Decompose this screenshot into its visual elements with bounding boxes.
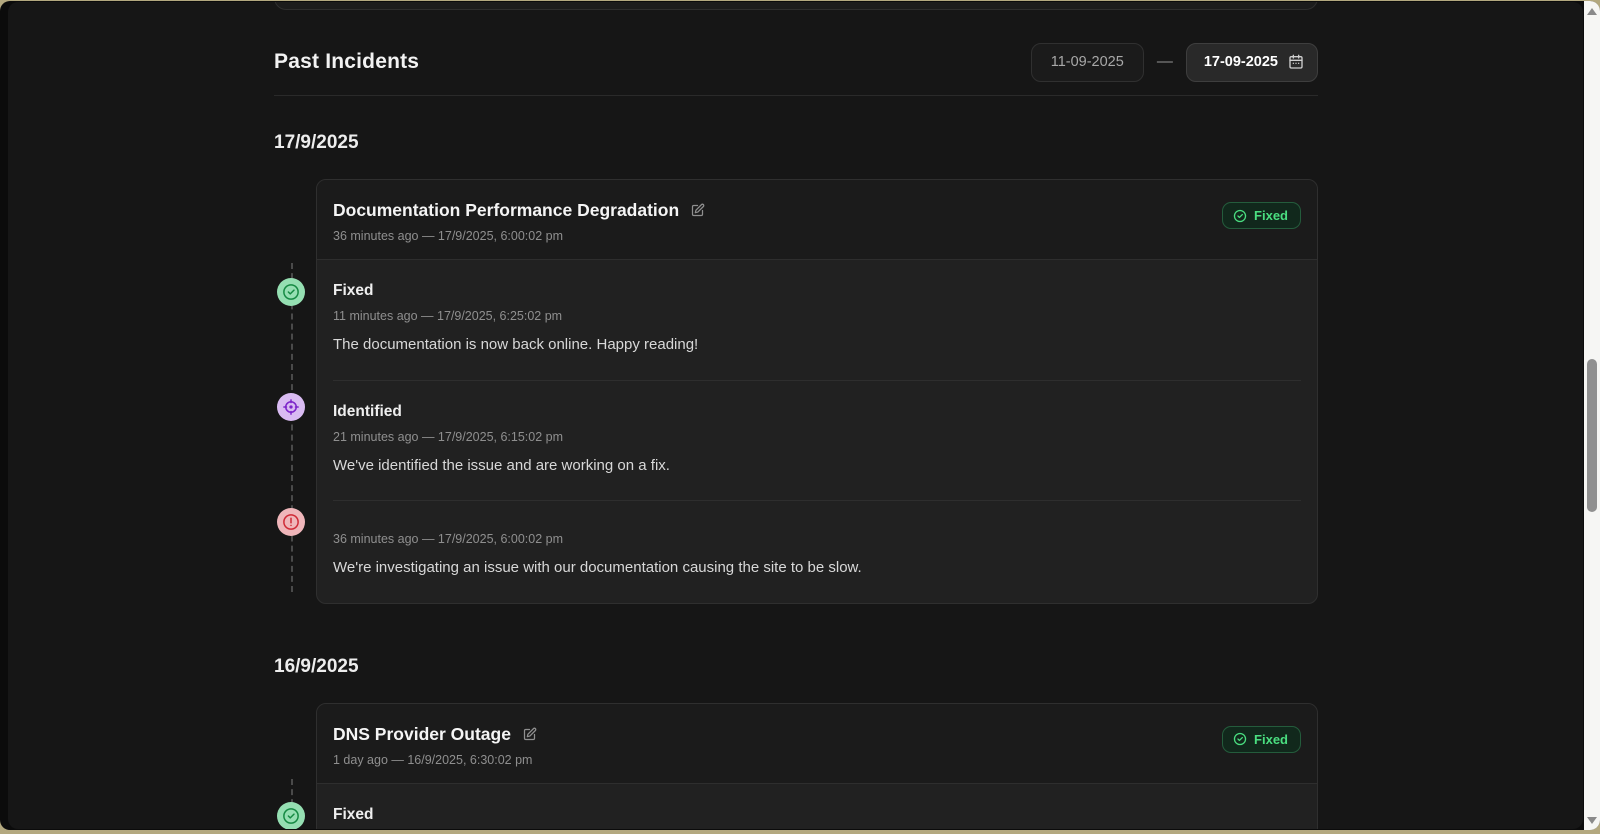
- status-badge-label: Fixed: [1254, 208, 1288, 223]
- scrollbar-thumb[interactable]: [1587, 359, 1597, 512]
- timeline-dashed-line: [291, 263, 293, 592]
- incident-updates: Fixed 11 minutes ago — 17/9/2025, 6:25:0…: [317, 260, 1317, 603]
- incident-group: Documentation Performance Degradation: [274, 179, 1318, 604]
- header-divider: [274, 95, 1318, 96]
- target-icon: [277, 393, 305, 421]
- incident-meta: 36 minutes ago — 17/9/2025, 6:00:02 pm: [333, 229, 1301, 243]
- incident-updates: Fixed: [317, 784, 1317, 830]
- section-date-label: 16/9/2025: [274, 656, 1318, 678]
- section-date-label: 17/9/2025: [274, 132, 1318, 154]
- incident-card: Documentation Performance Degradation: [316, 179, 1318, 604]
- status-badge: Fixed: [1222, 202, 1301, 229]
- edit-icon[interactable]: [690, 203, 705, 218]
- update-meta: 21 minutes ago — 17/9/2025, 6:15:02 pm: [333, 430, 1301, 444]
- update-title: Fixed: [333, 806, 1301, 824]
- status-page: Past Incidents 11-09-2025 — 17-09-2025: [8, 2, 1583, 829]
- edit-icon[interactable]: [522, 727, 537, 742]
- status-badge: Fixed: [1222, 726, 1301, 753]
- incident-card: DNS Provider Outage: [316, 703, 1318, 830]
- status-badge-label: Fixed: [1254, 732, 1288, 747]
- past-incidents-header: Past Incidents 11-09-2025 — 17-09-2025: [274, 42, 1318, 82]
- incident-card-header: Documentation Performance Degradation: [317, 180, 1317, 260]
- page-title: Past Incidents: [274, 50, 419, 74]
- incident-group: DNS Provider Outage: [274, 703, 1318, 830]
- update-message: We're investigating an issue with our do…: [333, 555, 918, 581]
- update-entry: Identified 21 minutes ago — 17/9/2025, 6…: [333, 381, 1301, 502]
- date-to-input[interactable]: 17-09-2025: [1186, 43, 1318, 82]
- date-to-value: 17-09-2025: [1204, 54, 1278, 70]
- browser-viewport-frame: Past Incidents 11-09-2025 — 17-09-2025: [0, 1, 1600, 830]
- update-title: Fixed: [333, 282, 1301, 300]
- update-meta: 36 minutes ago — 17/9/2025, 6:00:02 pm: [333, 532, 1301, 546]
- incident-card-header: DNS Provider Outage: [317, 704, 1317, 784]
- main-content: Past Incidents 11-09-2025 — 17-09-2025: [274, 42, 1318, 829]
- update-message: The documentation is now back online. Ha…: [333, 332, 918, 358]
- previous-card-partial: [274, 2, 1318, 10]
- date-from-value: 11-09-2025: [1051, 54, 1124, 70]
- check-circle-icon: [277, 802, 305, 830]
- incident-title: DNS Provider Outage: [333, 724, 511, 745]
- scroll-down-arrow-icon[interactable]: [1584, 812, 1600, 828]
- alert-circle-icon: [277, 508, 305, 536]
- vertical-scrollbar[interactable]: [1584, 1, 1600, 830]
- update-title: Identified: [333, 403, 1301, 421]
- update-entry: Fixed 11 minutes ago — 17/9/2025, 6:25:0…: [333, 260, 1301, 381]
- calendar-icon[interactable]: [1288, 54, 1304, 70]
- check-circle-icon: [277, 278, 305, 306]
- incident-meta: 1 day ago — 16/9/2025, 6:30:02 pm: [333, 753, 1301, 767]
- incident-title: Documentation Performance Degradation: [333, 200, 679, 221]
- scroll-up-arrow-icon[interactable]: [1584, 3, 1600, 19]
- date-from-input[interactable]: 11-09-2025: [1031, 43, 1144, 82]
- update-entry: Fixed: [333, 784, 1301, 830]
- date-range-picker: 11-09-2025 — 17-09-2025: [1031, 43, 1318, 82]
- update-meta: 11 minutes ago — 17/9/2025, 6:25:02 pm: [333, 309, 1301, 323]
- update-message: We've identified the issue and are worki…: [333, 453, 918, 479]
- update-entry: 36 minutes ago — 17/9/2025, 6:00:02 pm W…: [333, 501, 1301, 603]
- date-range-separator: —: [1157, 53, 1173, 71]
